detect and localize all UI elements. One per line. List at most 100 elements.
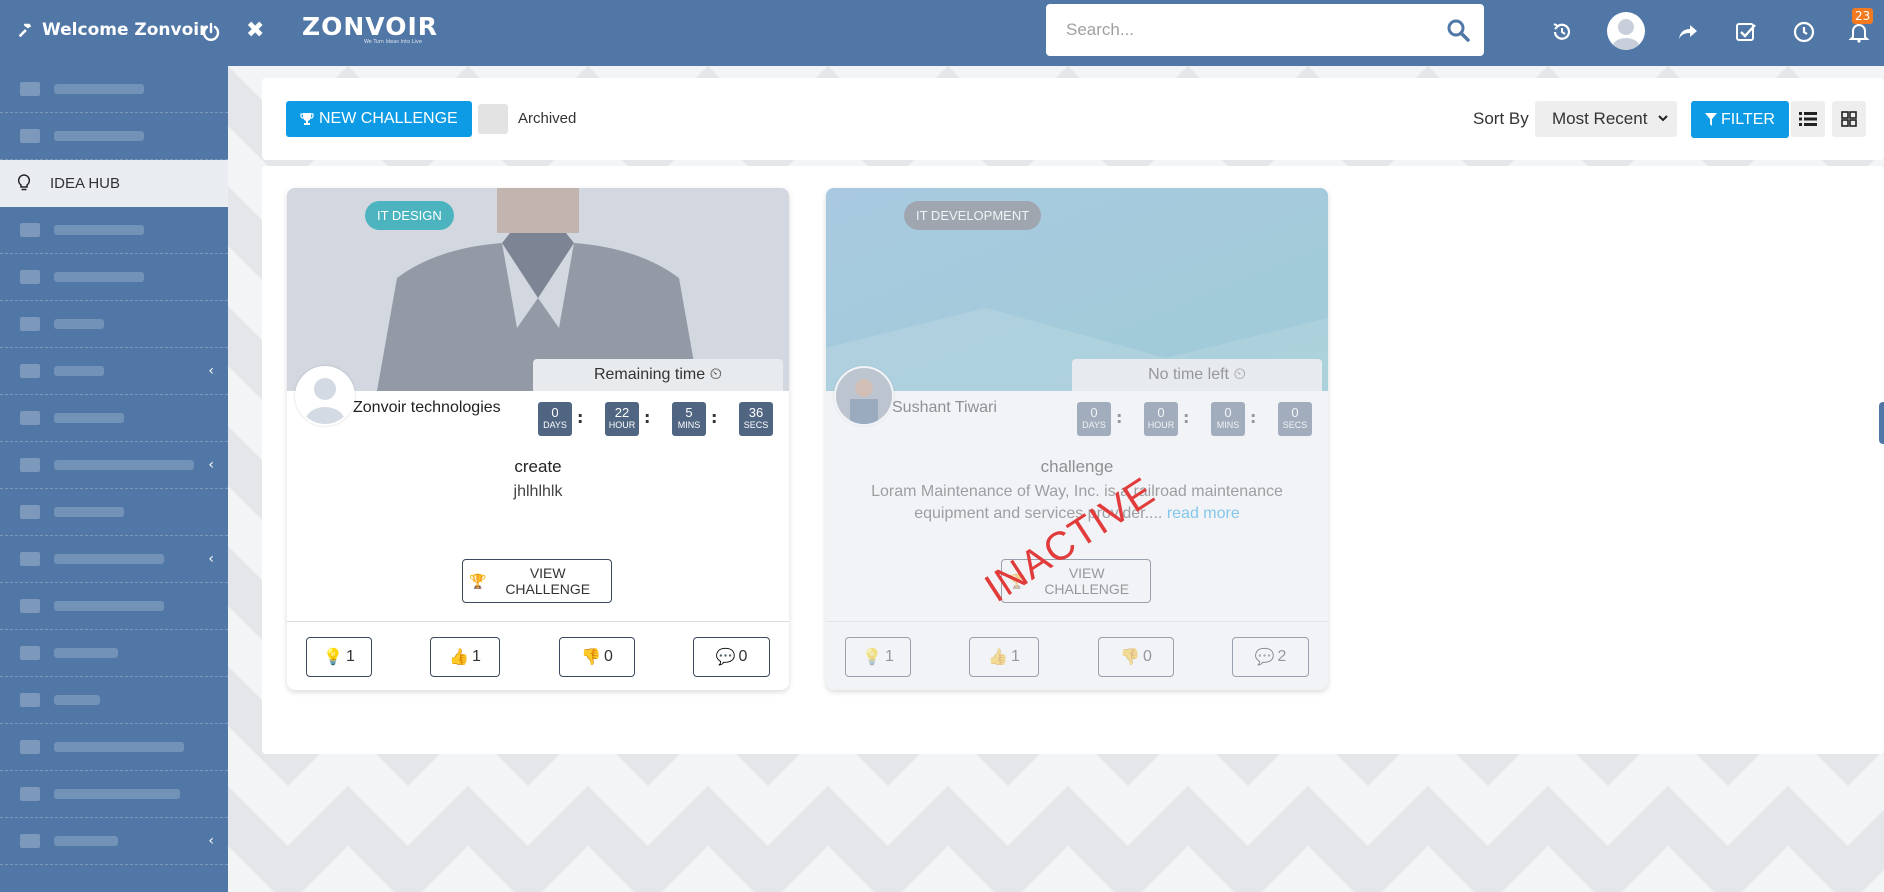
user-avatar[interactable] bbox=[1607, 12, 1645, 50]
sidebar-item-label bbox=[54, 131, 144, 141]
clock-icon[interactable] bbox=[1792, 20, 1816, 44]
sort-select-value: Most Recent bbox=[1552, 109, 1648, 128]
thumbs-down-icon: 👎 bbox=[1120, 649, 1140, 666]
sidebar-item-subscriptions[interactable] bbox=[0, 583, 228, 630]
sidebar-item-label bbox=[54, 836, 118, 846]
sidebar-item-timesheets[interactable]: ‹ bbox=[0, 442, 228, 489]
welcome-text: Welcome Zonvoir bbox=[42, 20, 208, 40]
sidebar-item-contracts[interactable] bbox=[0, 254, 228, 301]
countdown-unit: DAYS bbox=[543, 420, 567, 430]
comments-button[interactable]: 💬 2 bbox=[1232, 637, 1309, 677]
history-icon[interactable] bbox=[1550, 20, 1574, 44]
sidebar-item-tasks[interactable] bbox=[0, 301, 228, 348]
sidebar-item-support[interactable] bbox=[0, 630, 228, 677]
sidebar: IDEA HUB ‹ ‹ ‹ ‹ bbox=[0, 66, 228, 892]
sidebar-item-label bbox=[54, 319, 104, 329]
tasks-icon bbox=[20, 317, 40, 331]
grid-view-button[interactable] bbox=[1832, 101, 1866, 137]
owner-avatar bbox=[834, 366, 894, 426]
countdown-unit: MINS bbox=[677, 420, 701, 430]
sidebar-item-label bbox=[54, 460, 194, 470]
list-view-button[interactable] bbox=[1791, 101, 1825, 137]
countdown-value: 0 bbox=[551, 405, 559, 420]
ideas-count-button[interactable]: 💡 1 bbox=[306, 637, 372, 677]
notification-badge: 23 bbox=[1852, 8, 1874, 24]
countdown-unit: DAYS bbox=[1082, 420, 1106, 430]
countdown-colon: : bbox=[1116, 408, 1123, 427]
remaining-time-label: No time left ⏲ bbox=[1072, 359, 1322, 391]
sidebar-item-reminder[interactable] bbox=[0, 489, 228, 536]
countdown-colon: : bbox=[644, 408, 651, 427]
ideas-count: 1 bbox=[346, 648, 355, 665]
close-sidebar-icon[interactable]: ✖ bbox=[246, 18, 264, 43]
power-icon[interactable] bbox=[200, 21, 222, 43]
sort-select[interactable]: Most Recent bbox=[1535, 101, 1677, 137]
dislike-button[interactable]: 👎 0 bbox=[559, 637, 635, 677]
avatar-silhouette-icon bbox=[1612, 19, 1640, 50]
sidebar-item-sales[interactable]: ‹ bbox=[0, 348, 228, 395]
search-input[interactable] bbox=[1064, 19, 1428, 41]
countdown-colon: : bbox=[711, 408, 718, 427]
dislikes-count: 0 bbox=[1143, 648, 1152, 665]
countdown-unit: HOUR bbox=[608, 420, 636, 430]
countdown-mins: 0 MINS bbox=[1211, 402, 1245, 436]
chevron-left-icon: ‹ bbox=[208, 833, 214, 849]
countdown-colon: : bbox=[1250, 408, 1257, 427]
side-panel-toggle[interactable] bbox=[1879, 402, 1884, 444]
archived-checkbox[interactable] bbox=[478, 104, 508, 134]
countdown-colon: : bbox=[577, 408, 584, 427]
countdown-value: 0 bbox=[1291, 405, 1299, 420]
share-icon[interactable] bbox=[1676, 20, 1700, 44]
sidebar-item-idea-hub[interactable]: IDEA HUB bbox=[0, 160, 228, 207]
like-button[interactable]: 👍 1 bbox=[969, 637, 1039, 677]
ideas-count: 1 bbox=[885, 648, 894, 665]
contracts-icon bbox=[20, 270, 40, 284]
sidebar-item-leads[interactable] bbox=[0, 677, 228, 724]
countdown-value: 0 bbox=[1090, 405, 1098, 420]
likes-count: 1 bbox=[472, 648, 481, 665]
countdown-value: 36 bbox=[748, 405, 764, 420]
ideas-count-button[interactable]: 💡 1 bbox=[845, 637, 911, 677]
sidebar-item-expenses[interactable] bbox=[0, 395, 228, 442]
knowledge-base-icon bbox=[20, 787, 40, 801]
countdown-unit: MINS bbox=[1216, 420, 1240, 430]
dislike-button[interactable]: 👎 0 bbox=[1098, 637, 1174, 677]
countdown-days: 0 DAYS bbox=[1077, 402, 1111, 436]
search-box bbox=[1046, 4, 1484, 56]
filter-button[interactable]: FILTER bbox=[1691, 101, 1789, 138]
likes-count: 1 bbox=[1011, 648, 1020, 665]
time-label-text: Remaining time bbox=[593, 366, 706, 383]
challenge-list: IT DESIGN Remaining time ⏲ Zonvoir techn… bbox=[262, 166, 1884, 754]
thumbs-down-icon: 👎 bbox=[581, 649, 601, 666]
chevron-down-icon bbox=[1658, 115, 1668, 122]
challenge-description: jhlhlhlk bbox=[513, 483, 563, 500]
dashboard-icon bbox=[20, 82, 40, 96]
comments-button[interactable]: 💬 0 bbox=[693, 637, 770, 677]
search-icon[interactable] bbox=[1446, 18, 1470, 42]
new-challenge-button[interactable]: NEW CHALLENGE bbox=[286, 101, 472, 137]
view-challenge-button[interactable]: 🏆 VIEW CHALLENGE bbox=[462, 559, 612, 603]
sidebar-item-knowledge-base[interactable] bbox=[0, 771, 228, 818]
welcome-user[interactable]: Welcome Zonvoir bbox=[16, 20, 208, 40]
read-more-link[interactable]: read more bbox=[1167, 505, 1240, 522]
support-icon bbox=[20, 646, 40, 660]
user-manager-icon bbox=[20, 552, 40, 566]
like-button[interactable]: 👍 1 bbox=[430, 637, 500, 677]
sidebar-item-projects[interactable] bbox=[0, 207, 228, 254]
clock-icon: ⏲ bbox=[709, 366, 723, 383]
sidebar-item-dashboard[interactable] bbox=[0, 66, 228, 113]
sidebar-item-utilities[interactable]: ‹ bbox=[0, 818, 228, 865]
checklist-icon[interactable] bbox=[1734, 20, 1758, 44]
challenge-title: create bbox=[514, 457, 562, 476]
owner-photo bbox=[836, 368, 892, 424]
comment-icon: 💬 bbox=[715, 649, 736, 666]
sidebar-item-label bbox=[54, 507, 124, 517]
thumbs-up-icon: 👍 bbox=[449, 649, 469, 666]
sidebar-item-user-manager[interactable]: ‹ bbox=[0, 536, 228, 583]
logo[interactable]: ZONVOIR We Turn Ideas Into Live bbox=[302, 12, 438, 45]
logo-tagline: We Turn Ideas Into Live bbox=[364, 39, 422, 45]
sidebar-item-estimate-request[interactable] bbox=[0, 724, 228, 771]
subscriptions-icon bbox=[20, 599, 40, 613]
challenge-card: IT DESIGN Remaining time ⏲ Zonvoir techn… bbox=[287, 188, 789, 690]
sidebar-item-customers[interactable] bbox=[0, 113, 228, 160]
